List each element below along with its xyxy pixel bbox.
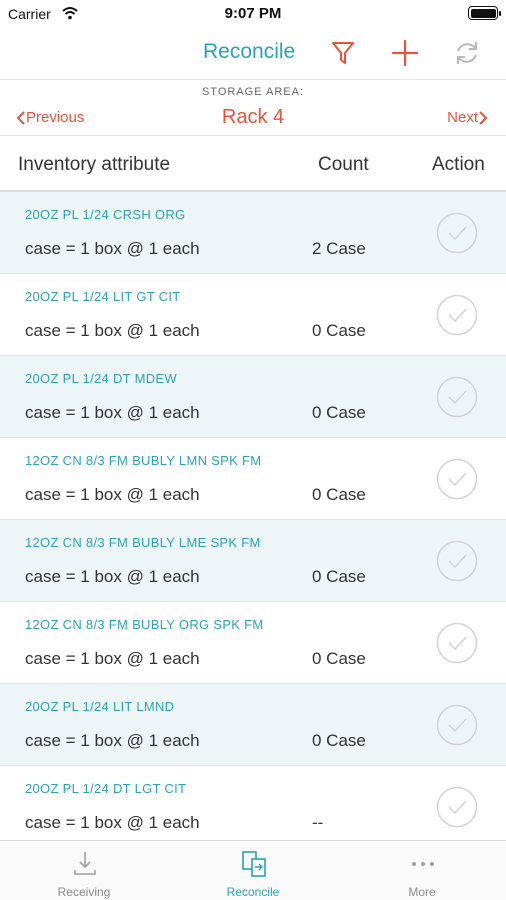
check-circle-icon[interactable] [436,622,478,664]
table-header: Inventory attribute Count Action [0,136,506,192]
list-item[interactable]: 20OZ PL 1/24 DT MDEW case = 1 box @ 1 ea… [0,356,506,438]
chevron-right-icon [479,110,488,125]
item-unit: case = 1 box @ 1 each [25,567,200,586]
refresh-icon[interactable] [452,38,482,68]
list-item[interactable]: 12OZ CN 8/3 FM BUBLY LME SPK FM case = 1… [0,520,506,602]
list-item[interactable]: 12OZ CN 8/3 FM BUBLY LMN SPK FM case = 1… [0,438,506,520]
filter-icon[interactable] [328,38,358,68]
item-name: 12OZ CN 8/3 FM BUBLY LME SPK FM [25,535,261,550]
next-label: Next [447,109,478,126]
tab-bar: Receiving Reconcile More [0,840,506,900]
list-item[interactable]: 20OZ PL 1/24 LIT GT CIT case = 1 box @ 1… [0,274,506,356]
status-time: 9:07 PM [224,5,282,22]
check-circle-icon[interactable] [436,376,478,418]
reconcile-documents-icon [242,851,266,877]
chevron-left-icon [16,110,25,125]
item-count: 0 Case [312,649,366,668]
list-item[interactable]: 20OZ PL 1/24 LIT LMND case = 1 box @ 1 e… [0,684,506,766]
item-name: 20OZ PL 1/24 LIT LMND [25,699,175,714]
column-inventory-attribute: Inventory attribute [18,154,171,175]
item-name: 20OZ PL 1/24 LIT GT CIT [25,289,181,304]
item-name: 12OZ CN 8/3 FM BUBLY ORG SPK FM [25,617,264,632]
item-unit: case = 1 box @ 1 each [25,813,200,832]
list-item[interactable]: 20OZ PL 1/24 CRSH ORG case = 1 box @ 1 e… [0,192,506,274]
item-unit: case = 1 box @ 1 each [25,485,200,504]
item-count: 2 Case [312,239,366,258]
item-name: 20OZ PL 1/24 DT MDEW [25,371,177,386]
tab-receiving[interactable]: Receiving [0,841,168,900]
tab-more-label: More [408,885,436,899]
check-circle-icon[interactable] [436,786,478,828]
page-title: Reconcile [203,40,296,63]
next-button[interactable]: Next [447,109,488,126]
storage-area-label: STORAGE AREA: [201,86,305,98]
check-circle-icon[interactable] [436,458,478,500]
item-unit: case = 1 box @ 1 each [25,403,200,422]
previous-button[interactable]: Previous [16,109,84,126]
item-count: 0 Case [312,731,366,750]
list-item[interactable]: 12OZ CN 8/3 FM BUBLY ORG SPK FM case = 1… [0,602,506,684]
nav-bar: Reconcile [0,28,506,80]
storage-area-header: STORAGE AREA: Rack 4 Previous Next [0,80,506,136]
tab-reconcile[interactable]: Reconcile [169,841,337,900]
item-count: 0 Case [312,403,366,422]
more-dots-icon [412,862,434,866]
previous-label: Previous [26,109,85,126]
check-circle-icon[interactable] [436,704,478,746]
status-bar: Carrier 9:07 PM [0,0,506,28]
item-count: 0 Case [312,567,366,586]
item-name: 20OZ PL 1/24 DT LGT CIT [25,781,187,796]
item-count: 0 Case [312,485,366,504]
add-icon[interactable] [390,38,420,68]
tab-more[interactable]: More [338,841,506,900]
item-unit: case = 1 box @ 1 each [25,321,200,340]
inventory-list[interactable]: 20OZ PL 1/24 CRSH ORG case = 1 box @ 1 e… [0,192,506,840]
check-circle-icon[interactable] [436,294,478,336]
column-action: Action [432,154,485,175]
check-circle-icon[interactable] [436,212,478,254]
item-unit: case = 1 box @ 1 each [25,731,200,750]
tab-receiving-label: Receiving [57,885,111,899]
list-item[interactable]: 20OZ PL 1/24 DT LGT CIT case = 1 box @ 1… [0,766,506,840]
item-name: 20OZ PL 1/24 CRSH ORG [25,207,186,222]
battery-icon [468,6,501,20]
item-count: 0 Case [312,321,366,340]
item-name: 12OZ CN 8/3 FM BUBLY LMN SPK FM [25,453,262,468]
item-unit: case = 1 box @ 1 each [25,239,200,258]
item-count: -- [312,813,324,832]
download-tray-icon [74,852,96,875]
column-count: Count [318,154,369,175]
item-unit: case = 1 box @ 1 each [25,649,200,668]
check-circle-icon[interactable] [436,540,478,582]
tab-reconcile-label: Reconcile [226,885,280,899]
